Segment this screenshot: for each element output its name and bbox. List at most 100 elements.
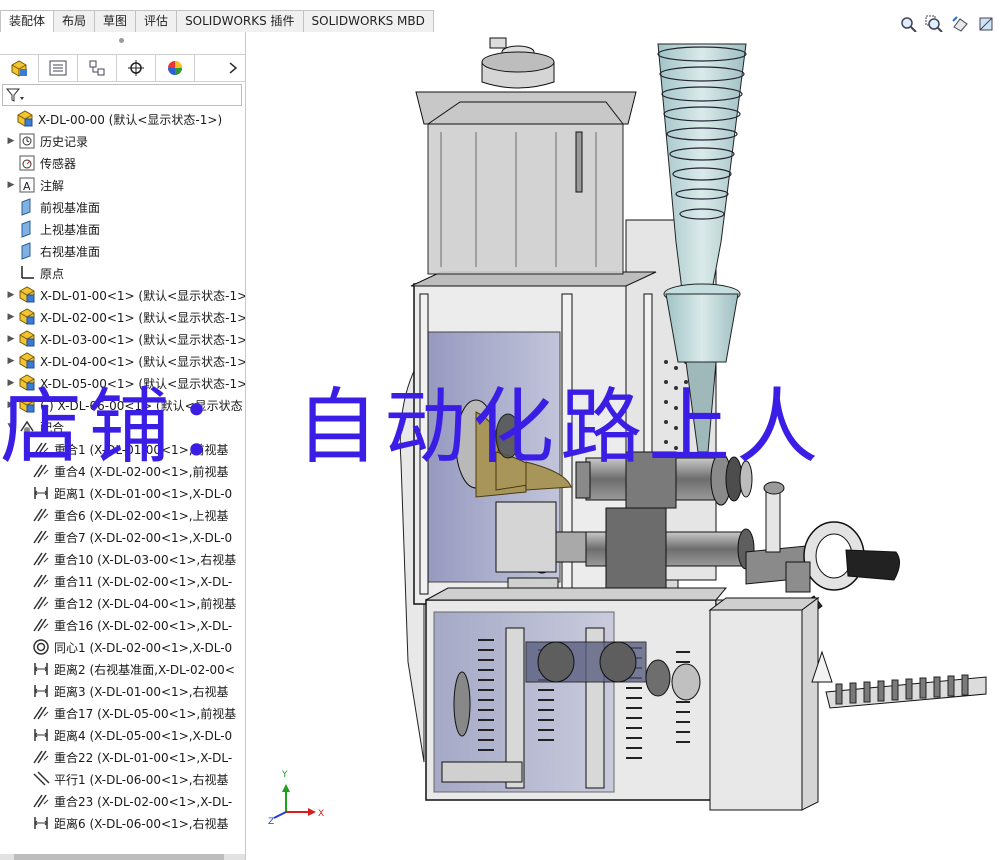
tree-node[interactable]: 距离3 (X-DL-01-00<1>,右视基 [32,680,229,702]
tree-node-label: 传感器 [40,156,77,171]
property-manager-icon[interactable] [39,55,78,81]
coordinate-triad [273,784,316,819]
tree-node-label: 上视基准面 [40,222,101,237]
tab-4[interactable]: SOLIDWORKS 插件 [176,10,304,33]
chevron-right-icon[interactable] [221,55,245,81]
tree-node[interactable]: 前视基准面 [4,196,100,218]
expand-toggle-icon[interactable]: ▶ [4,136,18,146]
tree-node[interactable]: ▶ X-DL-03-00<1> (默认<显示状态-1> [4,328,245,350]
tree-node[interactable]: 同心1 (X-DL-02-00<1>,X-DL-0 [32,636,232,658]
tree-node[interactable]: X-DL-00-00 (默认<显示状态-1>) [2,108,222,130]
tree-node[interactable]: 重合6 (X-DL-02-00<1>,上视基 [32,504,229,526]
manager-tab-bar [0,54,245,83]
tree-node[interactable]: 重合4 (X-DL-02-00<1>,前视基 [32,460,229,482]
tree-node[interactable]: 距离1 (X-DL-01-00<1>,X-DL-0 [32,482,232,504]
expand-toggle-icon[interactable]: ▶ [4,334,18,344]
tree-node[interactable]: 上视基准面 [4,218,100,240]
tree-node[interactable]: 重合16 (X-DL-02-00<1>,X-DL- [32,614,232,636]
tree-node[interactable]: 重合7 (X-DL-02-00<1>,X-DL-0 [32,526,232,548]
tree-node[interactable]: 距离4 (X-DL-05-00<1>,X-DL-0 [32,724,232,746]
distance-icon [32,726,50,744]
assembly-icon [18,396,36,414]
tree-horizontal-scrollbar[interactable] [0,854,245,860]
expand-toggle-icon[interactable]: ▶ [4,290,18,300]
tree-node[interactable]: ▶ 历史记录 [4,130,88,152]
distance-icon [32,660,50,678]
tree-node-label: 重合16 (X-DL-02-00<1>,X-DL- [54,618,233,633]
tree-node[interactable]: 原点 [4,262,64,284]
tree-node[interactable]: 重合23 (X-DL-02-00<1>,X-DL- [32,790,232,812]
tree-node[interactable]: 重合10 (X-DL-03-00<1>,右视基 [32,548,236,570]
zoom-to-area-icon[interactable] [924,14,944,34]
coincident-icon [32,550,50,568]
coincident-icon [32,594,50,612]
tree-node[interactable]: 距离6 (X-DL-06-00<1>,右视基 [32,812,229,834]
tree-node-label: X-DL-05-00<1> (默认<显示状态-1> [40,376,245,391]
command-manager-tabs: 装配体 布局 草图 评估 SOLIDWORKS 插件 SOLIDWORKS MBD [0,0,1000,34]
coincident-icon [32,528,50,546]
configuration-manager-icon[interactable] [78,55,117,81]
tree-node[interactable]: 重合1 (X-DL-01-00<1>,前视基 [32,438,229,460]
tree-node[interactable]: 传感器 [4,152,76,174]
tree-node[interactable]: ▶ A 注解 [4,174,64,196]
assembly-icon [18,352,36,370]
tab-1[interactable]: 布局 [53,10,96,33]
coincident-icon [32,506,50,524]
expand-toggle-icon[interactable]: ▶ [4,180,18,190]
tree-node[interactable]: 距离2 (右视基准面,X-DL-02-00< [32,658,235,680]
tree-node[interactable]: 重合22 (X-DL-01-00<1>,X-DL- [32,746,232,768]
tree-node-label: 重合1 (X-DL-01-00<1>,前视基 [54,442,229,457]
tree-node[interactable]: 重合17 (X-DL-05-00<1>,前视基 [32,702,236,724]
expand-toggle-icon[interactable]: ▶ [4,356,18,366]
tree-node-label: X-DL-04-00<1> (默认<显示状态-1> [40,354,245,369]
tree-node[interactable]: ▶ X-DL-05-00<1> (默认<显示状态-1> [4,372,245,394]
heads-up-view-toolbar [898,14,996,34]
tree-node-label: 重合11 (X-DL-02-00<1>,X-DL- [54,574,233,589]
tree-node[interactable]: 重合11 (X-DL-02-00<1>,X-DL- [32,570,232,592]
feature-manager-panel: X-DL-00-00 (默认<显示状态-1>) ▶ 历史记录传感器 ▶ A 注解 前视基准面… [0,32,246,860]
graphics-area[interactable]: Y X Z [246,32,1000,860]
tree-node-label: 平行1 (X-DL-06-00<1>,右视基 [54,772,229,787]
tab-3[interactable]: 评估 [135,10,178,33]
expand-toggle-icon[interactable]: ▶ [4,400,18,410]
tree-node[interactable]: ▼ 配合 [4,416,64,438]
machine-assembly-model[interactable] [246,32,1000,860]
tree-node[interactable]: 平行1 (X-DL-06-00<1>,右视基 [32,768,229,790]
parallel-icon [32,770,50,788]
tab-5[interactable]: SOLIDWORKS MBD [302,10,434,33]
tree-node[interactable]: ▶ (-) X-DL-06-00<1> (默认<显示状态 [4,394,243,416]
coincident-icon [32,748,50,766]
display-manager-icon[interactable] [156,55,195,81]
tree-node-label: 距离1 (X-DL-01-00<1>,X-DL-0 [54,486,233,501]
expand-toggle-icon[interactable]: ▼ [4,422,18,432]
tree-node-label: 原点 [40,266,65,281]
tree-node[interactable]: 重合12 (X-DL-04-00<1>,前视基 [32,592,236,614]
annotation-icon: A [18,176,36,194]
dim-xpert-icon[interactable] [117,55,156,81]
tree-node-label: 距离4 (X-DL-05-00<1>,X-DL-0 [54,728,233,743]
tree-node-label: 历史记录 [40,134,89,149]
triad-x-label: X [318,809,325,819]
expand-toggle-icon[interactable]: ▶ [4,378,18,388]
section-view-icon[interactable] [976,14,996,34]
sensor-icon [18,154,36,172]
panel-splitter-handle[interactable] [119,38,124,43]
tab-2[interactable]: 草图 [94,10,137,33]
tree-node[interactable]: ▶ X-DL-04-00<1> (默认<显示状态-1> [4,350,245,372]
scrollbar-thumb[interactable] [14,854,224,860]
tree-node[interactable]: ▶ X-DL-02-00<1> (默认<显示状态-1> [4,306,245,328]
tree-node-label: X-DL-03-00<1> (默认<显示状态-1> [40,332,245,347]
expand-toggle-icon[interactable]: ▶ [4,312,18,322]
assembly-icon [18,308,36,326]
feature-tree: X-DL-00-00 (默认<显示状态-1>) ▶ 历史记录传感器 ▶ A 注解 前视基准面… [0,108,245,858]
coincident-icon [32,792,50,810]
tree-node[interactable]: ▶ X-DL-01-00<1> (默认<显示状态-1> [4,284,245,306]
feature-manager-icon[interactable] [0,55,39,83]
tree-filter-input[interactable] [2,84,242,106]
tab-0[interactable]: 装配体 [0,10,55,33]
zoom-to-fit-icon[interactable] [898,14,918,34]
previous-view-icon[interactable] [950,14,970,34]
origin-icon [18,264,36,282]
tree-node[interactable]: 右视基准面 [4,240,100,262]
tree-node-label: 同心1 (X-DL-02-00<1>,X-DL-0 [54,640,233,655]
